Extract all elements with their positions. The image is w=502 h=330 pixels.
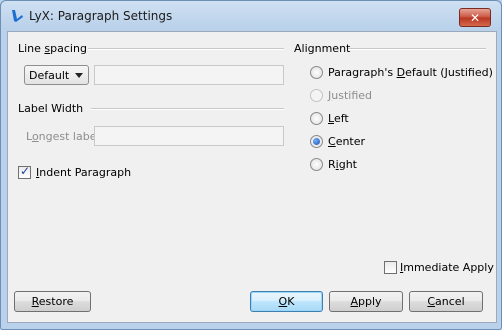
radio-selected-dot xyxy=(313,138,320,145)
radio-right-label[interactable]: Right xyxy=(328,158,357,171)
title-bar[interactable]: LyX: Paragraph Settings ✕ xyxy=(1,1,501,31)
checkmark-icon: ✓ xyxy=(20,164,31,178)
radio-left[interactable] xyxy=(310,112,323,125)
immediate-apply-checkbox[interactable] xyxy=(384,261,397,274)
indent-paragraph-checkbox[interactable]: ✓ xyxy=(18,164,31,179)
close-icon: ✕ xyxy=(469,10,481,25)
line-spacing-combo-value: Default xyxy=(29,69,70,82)
radio-justified[interactable] xyxy=(310,89,323,102)
indent-paragraph-label[interactable]: Indent Paragraph xyxy=(36,166,131,179)
apply-button[interactable]: Apply xyxy=(329,291,403,312)
immediate-apply-label[interactable]: Immediate Apply xyxy=(400,261,494,274)
restore-button[interactable]: Restore xyxy=(14,291,91,312)
close-button[interactable]: ✕ xyxy=(459,8,491,27)
line-spacing-group-label: Line spacing xyxy=(18,42,87,55)
label-width-group-label: Label Width xyxy=(18,102,84,115)
dialog-body: Line spacing Default Label Width Longest… xyxy=(7,31,497,323)
lyx-app-icon xyxy=(12,10,23,22)
dialog-window: LyX: Paragraph Settings ✕ Line spacing D… xyxy=(0,0,502,330)
alignment-group-label: Alignment xyxy=(294,42,351,55)
window-title: LyX: Paragraph Settings xyxy=(29,9,173,23)
line-spacing-value-input[interactable] xyxy=(94,65,284,85)
radio-right[interactable] xyxy=(310,158,323,171)
line-spacing-combo[interactable]: Default xyxy=(24,65,89,85)
radio-left-label[interactable]: Left xyxy=(328,112,349,125)
radio-paragraph-default[interactable] xyxy=(310,66,323,79)
radio-center[interactable] xyxy=(310,135,323,148)
radio-justified-label[interactable]: Justified xyxy=(328,89,372,102)
radio-paragraph-default-label[interactable]: Paragraph's Default (Justified) xyxy=(328,66,493,79)
cancel-button[interactable]: Cancel xyxy=(409,291,483,312)
radio-center-label[interactable]: Center xyxy=(328,135,365,148)
ok-button[interactable]: OK xyxy=(250,291,323,312)
label-width-separator xyxy=(91,108,284,110)
longest-label-label: Longest label xyxy=(26,130,100,143)
longest-label-input[interactable] xyxy=(94,126,284,146)
alignment-separator xyxy=(348,48,486,50)
line-spacing-separator xyxy=(88,48,284,50)
chevron-down-icon xyxy=(75,73,83,78)
